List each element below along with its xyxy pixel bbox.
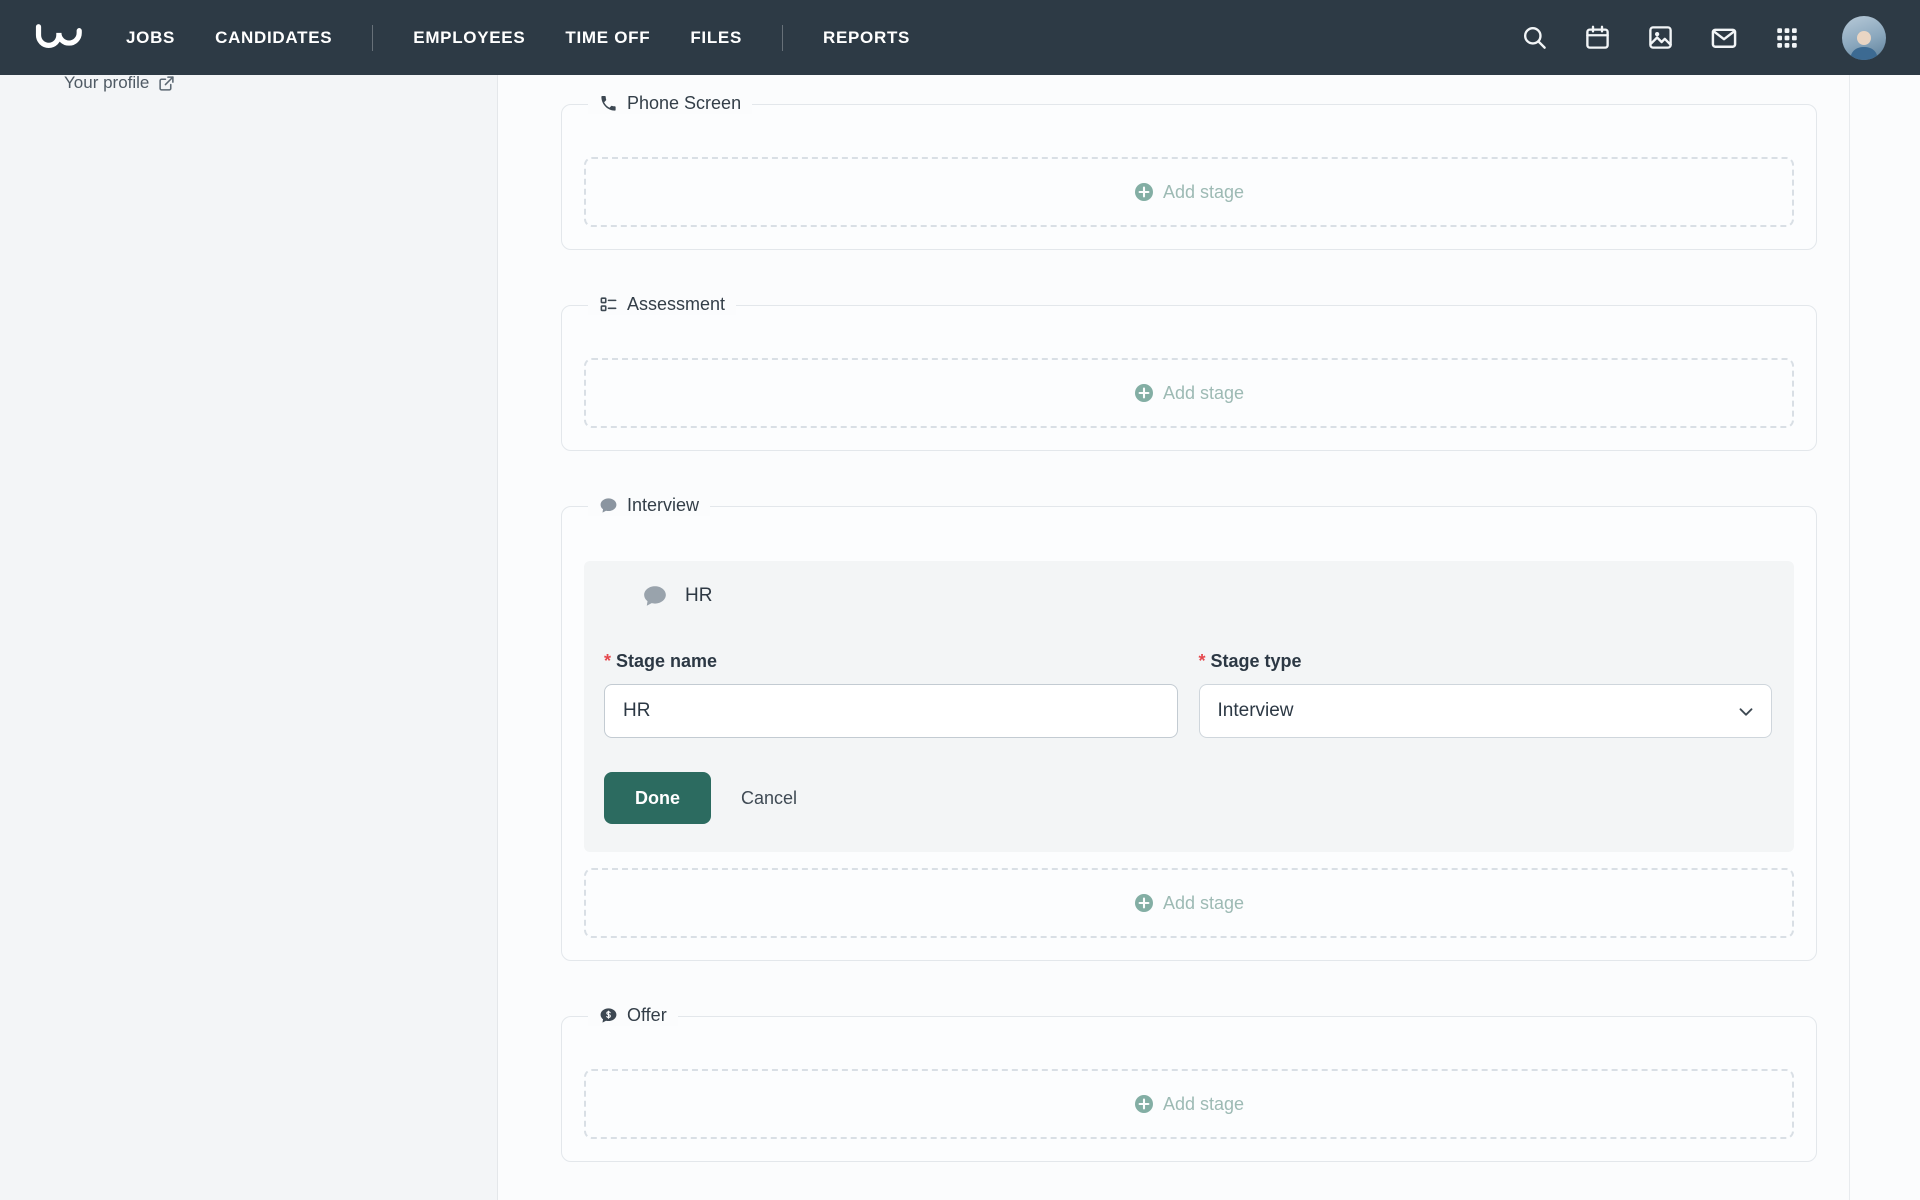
stage-group-phone-screen: Phone Screen Add stage [561, 93, 1817, 250]
add-stage-button[interactable]: Add stage [584, 157, 1794, 227]
app-logo-icon[interactable] [34, 23, 86, 53]
stage-group-legend: Offer [588, 1005, 678, 1026]
stage-group-legend: Phone Screen [588, 93, 753, 114]
required-asterisk: * [1198, 651, 1206, 671]
nav-divider [372, 24, 374, 51]
nav-item-candidates[interactable]: CANDIDATES [215, 28, 332, 48]
profile-link-label: Your profile [64, 75, 150, 92]
plus-circle-icon [1134, 1095, 1153, 1113]
add-stage-label: Add stage [1162, 892, 1245, 913]
add-stage-label: Add stage [1162, 1093, 1245, 1114]
cancel-button[interactable]: Cancel [741, 788, 797, 809]
stage-name-field-group: * Stage name [604, 651, 1178, 738]
stage-editor-form: * Stage name * Stage type Interview [584, 621, 1794, 738]
chat-bubble-icon [600, 498, 617, 513]
nav-menu: JOBS CANDIDATES EMPLOYEES TIME OFF FILES… [126, 24, 950, 51]
stage-group-title: Assessment [627, 294, 726, 314]
stage-group-legend: Assessment [588, 294, 737, 315]
top-nav: JOBS CANDIDATES EMPLOYEES TIME OFF FILES… [0, 0, 1920, 75]
apps-grid-icon[interactable] [1774, 25, 1800, 51]
nav-item-files[interactable]: FILES [690, 28, 742, 48]
done-button[interactable]: Done [604, 772, 711, 824]
add-stage-button[interactable]: Add stage [584, 868, 1794, 938]
stage-editor-footer: Done Cancel [584, 738, 1794, 852]
external-link-icon [159, 75, 175, 91]
nav-item-jobs[interactable]: JOBS [126, 28, 175, 48]
profile-link[interactable]: Your profile [64, 75, 175, 93]
stage-editor-header: HR [584, 561, 1794, 621]
checklist-icon [600, 297, 617, 312]
plus-circle-icon [1134, 384, 1153, 402]
stage-group-legend: Interview [588, 495, 711, 516]
mail-icon[interactable] [1710, 24, 1738, 52]
stage-group-assessment: Assessment Add stage [561, 294, 1817, 451]
stage-type-select[interactable]: Interview [1198, 684, 1772, 738]
required-asterisk: * [604, 651, 612, 671]
stage-group-title: Offer [627, 1005, 667, 1025]
chevron-down-icon [1739, 708, 1753, 716]
stage-group-title: Interview [627, 495, 700, 515]
chat-bubble-icon [644, 586, 666, 606]
content-right-divider [1849, 75, 1850, 1200]
stage-editor-title: HR [685, 585, 713, 606]
media-photo-icon[interactable] [1647, 24, 1674, 51]
pipeline-editor: Phone Screen Add stage Assessment Add st… [498, 75, 1920, 1200]
stage-type-selected-value: Interview [1217, 700, 1294, 721]
calendar-icon[interactable] [1584, 24, 1611, 51]
search-icon[interactable] [1521, 24, 1548, 51]
offer-bubble-icon [600, 1008, 617, 1023]
stage-type-field-group: * Stage type Interview [1198, 651, 1772, 738]
stage-name-input[interactable] [604, 684, 1178, 738]
stage-type-label: * Stage type [1198, 651, 1302, 671]
stage-group-offer: Offer Add stage [561, 1005, 1817, 1162]
nav-divider [782, 24, 783, 51]
nav-actions [1521, 15, 1886, 60]
add-stage-button[interactable]: Add stage [584, 1069, 1794, 1139]
sidebar: Your profile [0, 75, 498, 1200]
add-stage-label: Add stage [1162, 382, 1245, 403]
add-stage-label: Add stage [1162, 181, 1245, 202]
stage-editor: HR * Stage name * Stage type [584, 561, 1794, 852]
add-stage-button[interactable]: Add stage [584, 358, 1794, 428]
avatar[interactable] [1842, 15, 1886, 60]
stage-group-title: Phone Screen [627, 93, 742, 113]
phone-icon [601, 95, 616, 111]
plus-circle-icon [1134, 183, 1153, 201]
nav-item-time-off[interactable]: TIME OFF [565, 28, 650, 48]
stage-group-interview: Interview HR * Stage name HR * Stage typ… [561, 495, 1817, 961]
nav-item-reports[interactable]: REPORTS [823, 28, 910, 48]
stage-name-label: * Stage name [604, 651, 718, 671]
plus-circle-icon [1134, 894, 1153, 912]
nav-item-employees[interactable]: EMPLOYEES [413, 28, 525, 48]
